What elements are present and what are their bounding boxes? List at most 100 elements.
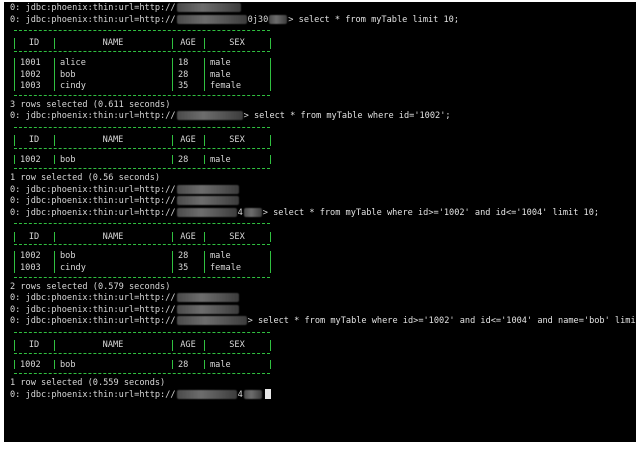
table-divider (14, 359, 15, 370)
prompt-text: 0: jdbc:phoenix:thin:url=http:// (10, 207, 176, 218)
sql-command[interactable]: select * from myTable where id>='1002' a… (273, 208, 599, 218)
table-cell: male (210, 251, 231, 262)
column-header[interactable]: NAME (54, 134, 172, 146)
table-border (14, 352, 270, 355)
table-cell: female (210, 81, 242, 92)
table-divider (14, 340, 15, 351)
table-divider (14, 231, 15, 243)
table-cell: bob (60, 251, 76, 262)
table-border (14, 223, 270, 225)
table-cell: 1003 (20, 262, 41, 273)
prompt-line: 0: jdbc:phoenix:thin:url=http:// (10, 184, 240, 196)
terminal-cursor (264, 389, 271, 400)
table-cell: 35 (178, 81, 189, 92)
table-cell: 1003 (20, 81, 41, 92)
table-divider (14, 154, 15, 165)
table-divider (172, 154, 173, 165)
table-cell: male (210, 58, 231, 69)
prompt-line: 0: jdbc:phoenix:thin:url=http:// (10, 2, 242, 14)
prompt-line: 0: jdbc:phoenix:thin:url=http:// 4 (10, 389, 271, 401)
prompt-text: 0: jdbc:phoenix:thin:url=http:// (10, 293, 176, 304)
table-divider (54, 340, 55, 351)
redacted-host (269, 14, 288, 24)
prompt-caret: > (247, 316, 258, 327)
prompt-text: 0: jdbc:phoenix:thin:url=http:// (10, 196, 176, 207)
table-border (14, 94, 270, 97)
table-divider (204, 135, 205, 146)
column-header[interactable]: AGE (172, 339, 204, 351)
column-header[interactable]: SEX (204, 134, 270, 146)
table-border (14, 147, 270, 150)
table-cell: 1002 (20, 359, 41, 370)
table-cell: 28 (178, 359, 189, 370)
table-cell: cindy (60, 81, 86, 92)
table-divider (14, 251, 15, 273)
terminal-window[interactable]: 0: jdbc:phoenix:thin:url=http://0: jdbc:… (4, 2, 636, 442)
redacted-host (176, 111, 243, 121)
table-divider (172, 340, 173, 351)
prompt-host-tail: 4 (237, 207, 243, 218)
column-header[interactable]: AGE (172, 231, 204, 243)
prompt-caret: > (288, 14, 299, 25)
redacted-host (176, 196, 239, 206)
redacted-host (176, 3, 241, 12)
table-border (14, 168, 270, 170)
table-border (14, 276, 270, 279)
table-divider (54, 359, 55, 370)
table-cell: 28 (178, 251, 189, 262)
table-divider (270, 359, 271, 370)
prompt-host-tail: 4 (237, 389, 243, 400)
table-cell: male (210, 154, 231, 165)
column-header[interactable]: AGE (172, 134, 204, 146)
prompt-text: 0: jdbc:phoenix:thin:url=http:// (10, 304, 176, 315)
column-header[interactable]: SEX (204, 37, 270, 49)
table-divider (54, 38, 55, 50)
redacted-host (176, 184, 239, 194)
column-header[interactable]: SEX (204, 339, 270, 351)
column-header[interactable]: NAME (54, 231, 172, 243)
column-header[interactable]: NAME (54, 339, 172, 351)
prompt-line: 0: jdbc:phoenix:thin:url=http:// (10, 304, 240, 316)
sql-command[interactable]: select * from myTable where id>='1002' a… (258, 316, 636, 326)
column-header[interactable]: ID (14, 231, 54, 243)
column-header[interactable]: ID (14, 37, 54, 49)
table-divider (204, 38, 205, 50)
table-cell: 1001 (20, 58, 41, 69)
table-divider (54, 251, 55, 273)
column-header[interactable]: ID (14, 134, 54, 146)
table-border (14, 30, 270, 32)
redacted-host (176, 293, 239, 303)
sql-command[interactable]: select * from myTable where id='1002'; (254, 111, 451, 121)
prompt-text: 0: jdbc:phoenix:thin:url=http:// (10, 389, 176, 400)
redacted-host (176, 304, 239, 314)
table-cell: 1002 (20, 154, 41, 165)
table-divider (270, 38, 271, 50)
table-cell: bob (60, 69, 76, 80)
table-divider (204, 359, 205, 370)
table-cell: male (210, 69, 231, 80)
prompt-line: 0: jdbc:phoenix:thin:url=http:// 0j30 > se… (10, 14, 459, 26)
column-header[interactable]: ID (14, 339, 54, 351)
prompt-text: 0: jdbc:phoenix:thin:url=http:// (10, 316, 176, 327)
table-divider (172, 135, 173, 146)
column-header[interactable]: SEX (204, 231, 270, 243)
column-header[interactable]: NAME (54, 37, 172, 49)
table-divider (270, 340, 271, 351)
status-line: 2 rows selected (0.579 seconds) (10, 281, 171, 292)
sql-command[interactable]: select * from myTable limit 10; (299, 15, 459, 25)
table-divider (172, 58, 173, 91)
table-cell: male (210, 359, 231, 370)
column-header[interactable]: AGE (172, 37, 204, 49)
table-divider (270, 58, 271, 91)
table-divider (54, 58, 55, 91)
prompt-caret: > (262, 207, 274, 218)
table-divider (270, 135, 271, 146)
table-divider (54, 135, 55, 146)
table-divider (54, 231, 55, 243)
redacted-host (243, 389, 262, 399)
table-divider (204, 231, 205, 243)
table-divider (270, 231, 271, 243)
table-border (14, 244, 270, 246)
table-divider (54, 154, 55, 165)
table-border (14, 51, 270, 53)
